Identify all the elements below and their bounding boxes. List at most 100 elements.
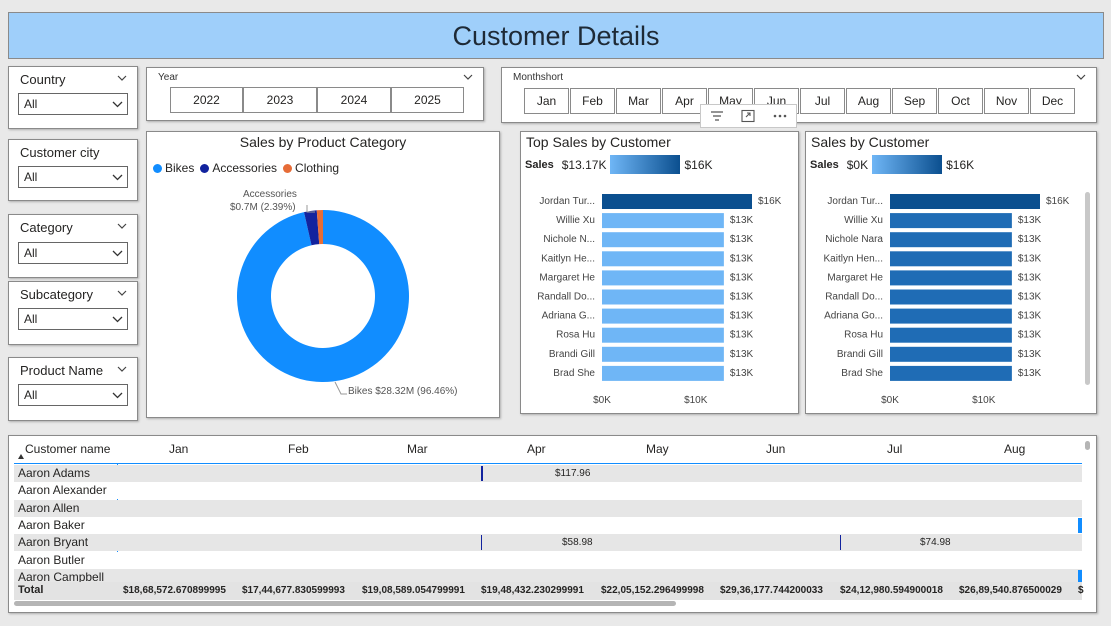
month-tile[interactable]: Aug xyxy=(846,88,891,114)
vertical-scrollbar[interactable] xyxy=(1085,192,1090,385)
bar[interactable] xyxy=(890,251,1012,267)
filter-icon[interactable] xyxy=(709,109,725,123)
table-row[interactable]: Aaron Butler xyxy=(14,552,1082,569)
matrix-header-month[interactable]: Aug xyxy=(1004,442,1025,456)
bar[interactable] xyxy=(890,289,1012,305)
total-value: $18,68,572.670899995 xyxy=(123,585,226,596)
category-slicer: Category All xyxy=(8,214,138,278)
bar[interactable] xyxy=(602,346,724,362)
chevron-down-icon[interactable] xyxy=(117,73,127,83)
bar[interactable] xyxy=(890,213,1012,229)
category-dropdown-value: All xyxy=(24,246,38,260)
bar[interactable] xyxy=(890,308,1012,324)
bar[interactable] xyxy=(890,346,1012,362)
bar-data-label: $13K xyxy=(1018,349,1042,360)
bar[interactable] xyxy=(602,365,724,381)
month-tile[interactable]: Jul xyxy=(800,88,845,114)
bar[interactable] xyxy=(602,289,724,305)
city-dropdown[interactable]: All xyxy=(18,166,128,188)
customer-name: Aaron Campbell xyxy=(18,570,105,582)
bar-data-label: $13K xyxy=(1018,330,1042,341)
bar-category-label: Nichole Nara xyxy=(825,234,883,245)
horizontal-scrollbar[interactable] xyxy=(14,601,676,606)
donut-chart-card: Sales by Product Category Bikes Accessor… xyxy=(146,131,500,418)
data-bar xyxy=(1078,570,1082,582)
bar-category-label: Margaret He xyxy=(539,272,595,283)
focus-mode-icon[interactable] xyxy=(740,109,756,123)
city-slicer-title: Customer city xyxy=(20,145,100,160)
country-slicer-title: Country xyxy=(20,72,66,87)
matrix-header-month[interactable]: Jul xyxy=(887,442,902,456)
matrix-header-month[interactable]: Apr xyxy=(527,442,546,456)
year-tile[interactable]: 2023 xyxy=(243,87,317,113)
month-tile[interactable]: Sep xyxy=(892,88,937,114)
total-value: $24,12,980.594900018 xyxy=(840,585,943,596)
total-value: $ xyxy=(1078,585,1084,596)
subcategory-dropdown[interactable]: All xyxy=(18,308,128,330)
table-row[interactable]: Aaron Bryant $58.98 $74.98 xyxy=(14,534,1082,551)
bar-category-label: Willie Xu xyxy=(556,215,595,226)
bar[interactable] xyxy=(602,251,724,267)
chevron-down-icon xyxy=(112,101,123,108)
chevron-down-icon[interactable] xyxy=(117,288,127,298)
customer-name: Aaron Adams xyxy=(18,466,91,480)
bar-category-label: Brandi Gill xyxy=(837,349,883,360)
bar[interactable] xyxy=(890,194,1040,209)
month-tile[interactable]: Dec xyxy=(1030,88,1075,114)
bar[interactable] xyxy=(890,232,1012,248)
bar-category-label: Randall Do... xyxy=(825,292,883,303)
table-row[interactable]: Aaron Baker xyxy=(14,517,1082,534)
country-dropdown[interactable]: All xyxy=(18,93,128,115)
product-dropdown[interactable]: All xyxy=(18,384,128,406)
bar-category-label: Rosa Hu xyxy=(556,330,595,341)
month-tile[interactable]: Jan xyxy=(524,88,569,114)
year-tile[interactable]: 2024 xyxy=(317,87,391,113)
bar[interactable] xyxy=(602,270,724,286)
bar[interactable] xyxy=(602,327,724,343)
leader-line xyxy=(334,381,347,395)
matrix-header-month[interactable]: Jan xyxy=(169,442,188,456)
table-row[interactable]: Aaron Campbell xyxy=(14,569,1082,582)
chevron-down-icon[interactable] xyxy=(117,221,127,231)
bar[interactable] xyxy=(602,213,724,229)
table-row[interactable]: Aaron Adams $117.96 xyxy=(14,465,1082,482)
bar-data-label: $13K xyxy=(730,292,754,303)
bar-data-label: $13K xyxy=(1018,234,1042,245)
matrix-header-month[interactable]: Feb xyxy=(288,442,309,456)
month-tile[interactable]: Feb xyxy=(570,88,615,114)
sales-by-customer-card: Sales by Customer Sales $0K $16K Jordan … xyxy=(805,131,1097,414)
bar-data-label: $16K xyxy=(1046,196,1070,207)
vertical-scrollbar[interactable] xyxy=(1085,441,1090,450)
table-row[interactable]: Aaron Alexander xyxy=(14,482,1082,499)
customer-name: Aaron Bryant xyxy=(18,535,89,549)
month-tile[interactable]: Oct xyxy=(938,88,983,114)
chevron-down-icon xyxy=(112,174,123,181)
year-tile[interactable]: 2025 xyxy=(391,87,464,113)
bar-category-label: Jordan Tur... xyxy=(827,196,883,207)
bar[interactable] xyxy=(890,365,1012,381)
matrix-header-customer[interactable]: Customer name xyxy=(25,442,110,456)
bar[interactable] xyxy=(602,232,724,248)
year-slicer: Year 2022 2023 2024 2025 xyxy=(146,67,484,121)
month-tile[interactable]: Mar xyxy=(616,88,661,114)
more-options-icon[interactable] xyxy=(772,109,788,123)
chevron-down-icon[interactable] xyxy=(1076,72,1086,82)
matrix-header-month[interactable]: May xyxy=(646,442,669,456)
matrix-header-month[interactable]: Mar xyxy=(407,442,428,456)
category-dropdown[interactable]: All xyxy=(18,242,128,264)
matrix-header-month[interactable]: Jun xyxy=(766,442,785,456)
bar-data-label: $13K xyxy=(730,234,754,245)
product-slicer: Product Name All xyxy=(8,357,138,421)
year-tile[interactable]: 2022 xyxy=(170,87,243,113)
bar-category-label: Nichole N... xyxy=(543,234,595,245)
bar[interactable] xyxy=(890,327,1012,343)
bar[interactable] xyxy=(602,308,724,324)
bar-data-label: $13K xyxy=(1018,253,1042,264)
chevron-down-icon[interactable] xyxy=(463,72,473,82)
bar[interactable] xyxy=(890,270,1012,286)
customer-name: Aaron Baker xyxy=(18,518,85,532)
bar[interactable] xyxy=(602,194,752,209)
month-tile[interactable]: Nov xyxy=(984,88,1029,114)
table-row[interactable]: Aaron Allen xyxy=(14,500,1082,517)
chevron-down-icon[interactable] xyxy=(117,364,127,374)
